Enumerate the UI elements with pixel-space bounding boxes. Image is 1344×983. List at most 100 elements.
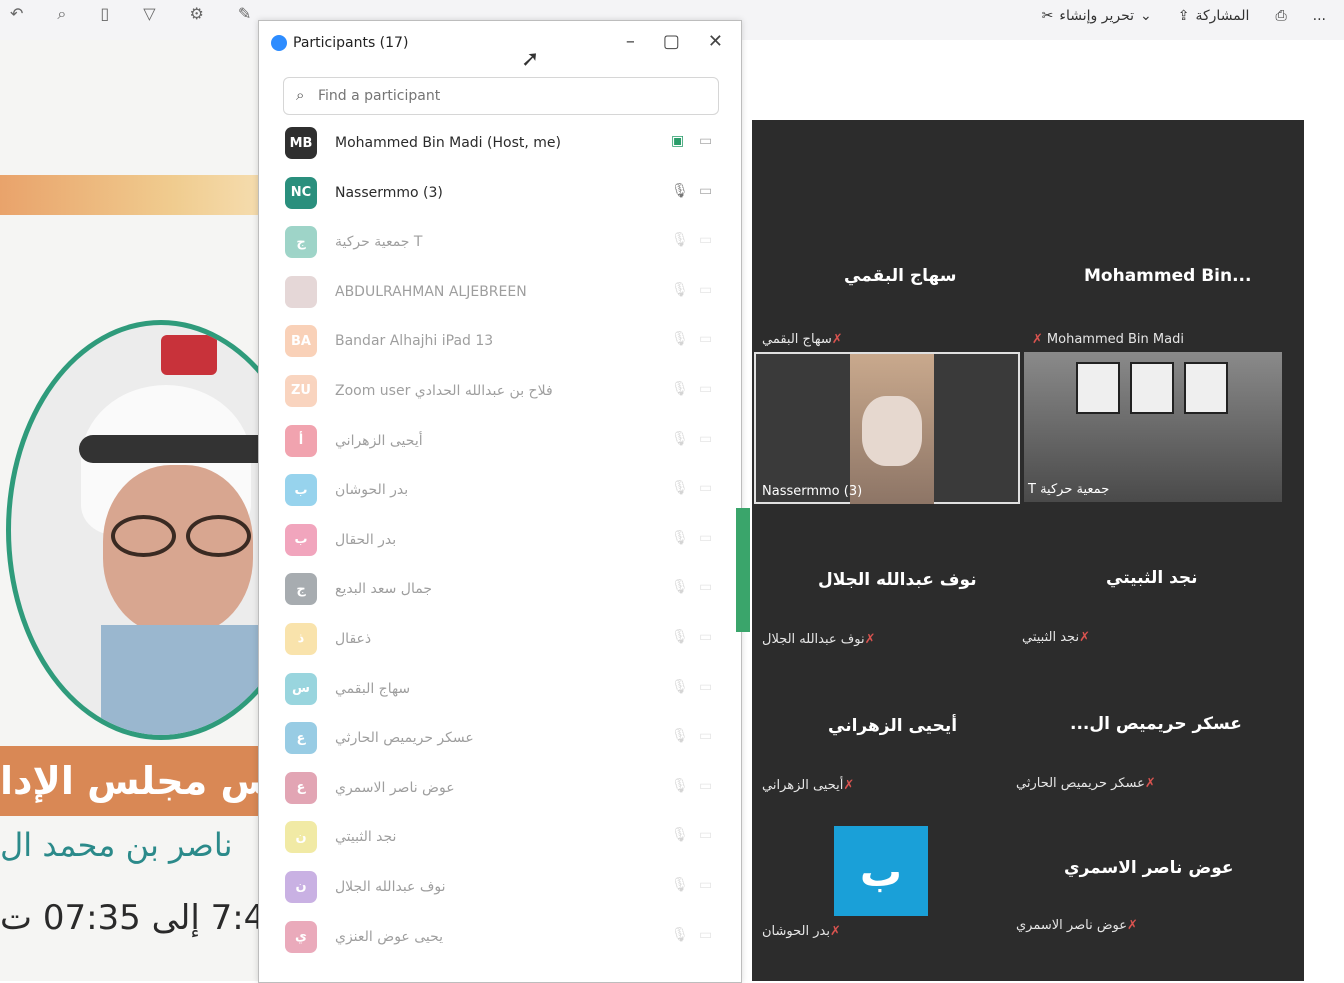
search-icon: ⌕: [296, 86, 305, 104]
share-button[interactable]: المشاركة ⇪: [1178, 8, 1250, 24]
participant-row[interactable]: MB Mohammed Bin Madi (Host, me) ▣ ▭: [259, 119, 741, 169]
edit-create-button[interactable]: ⌄ تحرير وإنشاء ✂: [1042, 8, 1152, 24]
portrait-accent: [161, 335, 217, 375]
participant-row[interactable]: ع عوض ناصر الاسمري 🎙 ▭: [259, 764, 741, 814]
microphone-icon[interactable]: 🎙: [671, 331, 689, 347]
avatar-tile-b[interactable]: ب: [834, 826, 928, 916]
minimize-icon[interactable]: –: [626, 31, 635, 52]
camera-icon[interactable]: ▭: [699, 679, 712, 695]
settings-icon[interactable]: ⚙: [190, 4, 204, 24]
toolbar-left-icons: ↶ ⌕ ▯ ▽ ⚙ ✎: [10, 4, 251, 24]
camera-icon[interactable]: ▭: [699, 331, 712, 347]
camera-icon[interactable]: ▭: [699, 381, 712, 397]
microphone-icon[interactable]: 🎙: [671, 827, 689, 843]
camera-icon[interactable]: ▭: [699, 778, 712, 794]
microphone-icon[interactable]: 🎙: [671, 778, 689, 794]
participant-row[interactable]: ع عسكر حريميص الحارثي 🎙 ▭: [259, 714, 741, 764]
participant-row[interactable]: ي يحيى عوض العنزي 🎙 ▭: [259, 913, 741, 963]
portrait-frame: [1076, 362, 1120, 414]
avatar: ن: [285, 821, 317, 854]
microphone-icon[interactable]: 🎙: [671, 728, 689, 744]
print-icon[interactable]: ⎙: [1275, 8, 1286, 24]
avatar: أ: [285, 424, 317, 457]
mic-muted-icon: ✗: [864, 632, 876, 647]
avatar: NC: [285, 176, 317, 209]
camera-icon[interactable]: ▭: [699, 827, 712, 843]
microphone-icon[interactable]: 🎙: [671, 530, 689, 546]
edit-icon[interactable]: ✎: [238, 4, 251, 24]
participant-row[interactable]: ن نجد الثبيتي 🎙 ▭: [259, 813, 741, 863]
tile-label-text: نجد الثبيتي: [1022, 630, 1080, 645]
search-input[interactable]: [316, 84, 700, 108]
microphone-icon[interactable]: 🎙: [671, 232, 689, 248]
camera-icon[interactable]: ▭: [699, 431, 712, 447]
document-icon[interactable]: ▯: [100, 4, 109, 24]
maximize-icon[interactable]: ▢: [663, 31, 680, 52]
participant-row[interactable]: ذ ذعقال 🎙 ▭: [259, 615, 741, 665]
camera-icon[interactable]: ▭: [699, 183, 712, 199]
slide-title-band: يس مجلس الإدا: [0, 746, 290, 816]
shape-icon[interactable]: ▽: [143, 4, 155, 24]
microphone-icon[interactable]: 🎙: [671, 579, 689, 595]
tile-label: ✗نوف عبدالله الجلال: [762, 632, 880, 647]
camera-icon[interactable]: ▭: [699, 579, 712, 595]
participant-row[interactable]: NC Nassermmo (3) 🎙 ▭: [259, 169, 741, 219]
mic-muted-icon: ✗: [831, 332, 843, 347]
microphone-icon[interactable]: 🎙: [671, 183, 689, 199]
video-tile-association[interactable]: جمعية حركية T: [1024, 352, 1282, 502]
presentation-slide: يس مجلس الإدا ناصر بن محمد ال 7:40 إلى 0…: [0, 40, 290, 981]
avatar: ذ: [285, 622, 317, 655]
participant-row[interactable]: ج جمال سعد البديع 🎙 ▭: [259, 565, 741, 615]
participant-name: ABDULRAHMAN ALJEBREEN: [335, 283, 527, 300]
microphone-icon[interactable]: 🎙: [671, 877, 689, 893]
back-icon[interactable]: ↶: [10, 4, 23, 24]
camera-icon[interactable]: ▭: [699, 877, 712, 893]
more-button[interactable]: ...: [1313, 8, 1326, 24]
camera-icon[interactable]: ▭: [699, 282, 712, 298]
participant-search: ⌕: [283, 77, 719, 115]
camera-icon[interactable]: ▭: [699, 232, 712, 248]
microphone-icon[interactable]: 🎙: [671, 282, 689, 298]
participant-name: Mohammed Bin Madi (Host, me): [335, 135, 561, 151]
zoom-logo-icon: [271, 35, 287, 51]
participant-row[interactable]: ب بدر الحقال 🎙 ▭: [259, 516, 741, 566]
participant-row[interactable]: ب بدر الحوشان 🎙 ▭: [259, 466, 741, 516]
participant-row[interactable]: أ أيحيى الزهراني 🎙 ▭: [259, 417, 741, 467]
camera-icon[interactable]: ▭: [699, 133, 712, 149]
participant-row[interactable]: ن نوف عبدالله الجلال 🎙 ▭: [259, 863, 741, 913]
participant-row[interactable]: ZU Zoom user فلاح بن عبدالله الحدادي 🎙 ▭: [259, 367, 741, 417]
portrait-frame: [1130, 362, 1174, 414]
microphone-icon[interactable]: ▣: [671, 133, 684, 149]
participants-panel: Participants (17) – ▢ ✕ ➚ ⌕ MB Mohammed B…: [258, 20, 742, 983]
tile-label: ✗بدر الحوشان: [762, 924, 845, 939]
microphone-icon[interactable]: 🎙: [671, 629, 689, 645]
microphone-icon[interactable]: 🎙: [671, 480, 689, 496]
camera-icon[interactable]: ▭: [699, 629, 712, 645]
avatar: ن: [285, 870, 317, 903]
camera-icon[interactable]: ▭: [699, 927, 712, 943]
portrait-frame: [1184, 362, 1228, 414]
microphone-icon[interactable]: 🎙: [671, 431, 689, 447]
microphone-icon[interactable]: 🎙: [671, 679, 689, 695]
camera-icon[interactable]: ▭: [699, 728, 712, 744]
participant-row[interactable]: ج جمعية حركية T 🎙 ▭: [259, 218, 741, 268]
close-icon[interactable]: ✕: [708, 31, 723, 52]
microphone-icon[interactable]: 🎙: [671, 927, 689, 943]
tile-label-text: عوض ناصر الاسمري: [1016, 918, 1128, 933]
camera-icon[interactable]: ▭: [699, 530, 712, 546]
avatar: س: [285, 672, 317, 705]
participant-name: نجد الثبيتي: [335, 829, 397, 846]
participant-row[interactable]: BA Bandar Alhajhi iPad 13 🎙 ▭: [259, 317, 741, 367]
camera-icon[interactable]: ▭: [699, 480, 712, 496]
participant-row[interactable]: س سهاج البقمي 🎙 ▭: [259, 665, 741, 715]
chevron-down-icon: ⌄: [1140, 8, 1152, 24]
participant-name: سهاج البقمي: [335, 680, 411, 697]
video-tile-nassermmo[interactable]: Nassermmo (3): [754, 352, 1020, 504]
participant-name: جمال سعد البديع: [335, 581, 432, 598]
mic-muted-icon: ✗: [1127, 918, 1138, 933]
search-icon[interactable]: ⌕: [57, 4, 66, 24]
participant-name: جمعية حركية T: [335, 234, 423, 251]
participant-name: بدر الحوشان: [335, 482, 409, 499]
participant-row[interactable]: ABDULRAHMAN ALJEBREEN 🎙 ▭: [259, 268, 741, 318]
microphone-icon[interactable]: 🎙: [671, 381, 689, 397]
